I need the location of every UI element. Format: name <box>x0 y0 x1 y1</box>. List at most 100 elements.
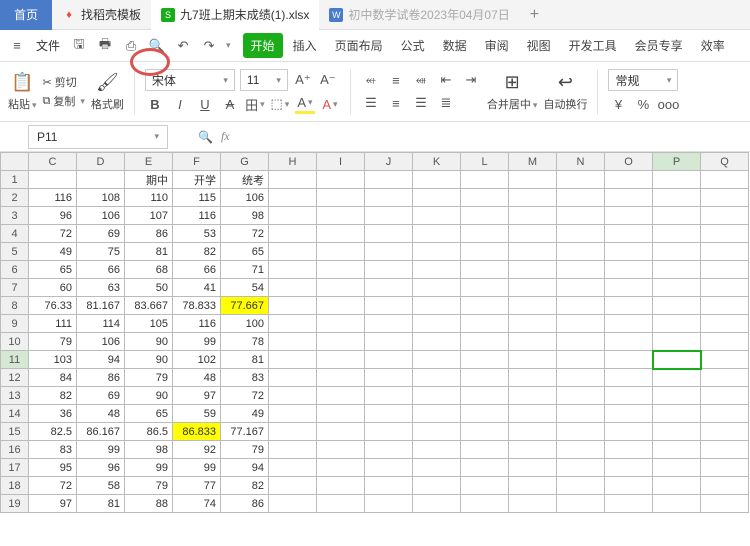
cell-H18[interactable] <box>269 477 317 495</box>
cell-F14[interactable]: 59 <box>173 405 221 423</box>
cell-D2[interactable]: 108 <box>77 189 125 207</box>
cell-E2[interactable]: 110 <box>125 189 173 207</box>
cell-O18[interactable] <box>605 477 653 495</box>
cell-K4[interactable] <box>413 225 461 243</box>
col-header-D[interactable]: D <box>77 153 125 171</box>
cell-C15[interactable]: 82.5 <box>29 423 77 441</box>
cell-F2[interactable]: 115 <box>173 189 221 207</box>
cell-Q15[interactable] <box>701 423 749 441</box>
cell-P11[interactable] <box>653 351 701 369</box>
cell-J3[interactable] <box>365 207 413 225</box>
cell-F8[interactable]: 78.833 <box>173 297 221 315</box>
cell-Q7[interactable] <box>701 279 749 297</box>
cell-I3[interactable] <box>317 207 365 225</box>
align-bot-icon[interactable]: ⬵ <box>411 70 431 90</box>
cell-O10[interactable] <box>605 333 653 351</box>
cell-E4[interactable]: 86 <box>125 225 173 243</box>
font-color-button[interactable]: A▾ <box>320 94 340 114</box>
cell-I1[interactable] <box>317 171 365 189</box>
cell-N7[interactable] <box>557 279 605 297</box>
cell-K1[interactable] <box>413 171 461 189</box>
cell-K8[interactable] <box>413 297 461 315</box>
cell-D11[interactable]: 94 <box>77 351 125 369</box>
col-header-E[interactable]: E <box>125 153 173 171</box>
cell-Q6[interactable] <box>701 261 749 279</box>
cell-C19[interactable]: 97 <box>29 495 77 513</box>
tab-doc[interactable]: W初中数学试卷2023年04月07日 <box>319 0 519 30</box>
cell-N17[interactable] <box>557 459 605 477</box>
ribbon-tab-vip[interactable]: 会员专享 <box>627 33 691 58</box>
cell-Q4[interactable] <box>701 225 749 243</box>
redo-icon[interactable]: ↷ <box>198 35 220 57</box>
cell-C2[interactable]: 116 <box>29 189 77 207</box>
cell-M1[interactable] <box>509 171 557 189</box>
cell-Q13[interactable] <box>701 387 749 405</box>
cell-J12[interactable] <box>365 369 413 387</box>
cell-E3[interactable]: 107 <box>125 207 173 225</box>
cell-N1[interactable] <box>557 171 605 189</box>
col-header-Q[interactable]: Q <box>701 153 749 171</box>
cell-Q12[interactable] <box>701 369 749 387</box>
print-icon[interactable]: 🖶 <box>94 35 116 57</box>
cell-E7[interactable]: 50 <box>125 279 173 297</box>
align-top-icon[interactable]: ⬴ <box>361 70 381 90</box>
cell-H5[interactable] <box>269 243 317 261</box>
decrease-font-icon[interactable]: A⁻ <box>318 70 338 90</box>
cell-H12[interactable] <box>269 369 317 387</box>
row-header-6[interactable]: 6 <box>1 261 29 279</box>
cell-H16[interactable] <box>269 441 317 459</box>
cell-J14[interactable] <box>365 405 413 423</box>
cell-C10[interactable]: 79 <box>29 333 77 351</box>
cell-N16[interactable] <box>557 441 605 459</box>
ribbon-tab-formula[interactable]: 公式 <box>393 33 433 58</box>
cell-N13[interactable] <box>557 387 605 405</box>
cell-D10[interactable]: 106 <box>77 333 125 351</box>
cell-M19[interactable] <box>509 495 557 513</box>
strike-button[interactable]: A <box>220 94 240 114</box>
cell-N12[interactable] <box>557 369 605 387</box>
cell-P8[interactable] <box>653 297 701 315</box>
cell-D5[interactable]: 75 <box>77 243 125 261</box>
cell-Q11[interactable] <box>701 351 749 369</box>
cell-P10[interactable] <box>653 333 701 351</box>
cell-O7[interactable] <box>605 279 653 297</box>
cell-F18[interactable]: 77 <box>173 477 221 495</box>
cell-L8[interactable] <box>461 297 509 315</box>
cell-C14[interactable]: 36 <box>29 405 77 423</box>
cell-Q9[interactable] <box>701 315 749 333</box>
cell-E18[interactable]: 79 <box>125 477 173 495</box>
cell-H15[interactable] <box>269 423 317 441</box>
cell-P19[interactable] <box>653 495 701 513</box>
col-header-H[interactable]: H <box>269 153 317 171</box>
cell-L13[interactable] <box>461 387 509 405</box>
cell-E5[interactable]: 81 <box>125 243 173 261</box>
cell-L12[interactable] <box>461 369 509 387</box>
cell-Q18[interactable] <box>701 477 749 495</box>
cell-L10[interactable] <box>461 333 509 351</box>
cell-O17[interactable] <box>605 459 653 477</box>
name-box[interactable]: P11▾ <box>28 125 168 149</box>
cell-F3[interactable]: 116 <box>173 207 221 225</box>
cell-K19[interactable] <box>413 495 461 513</box>
cell-H19[interactable] <box>269 495 317 513</box>
cell-M18[interactable] <box>509 477 557 495</box>
row-header-2[interactable]: 2 <box>1 189 29 207</box>
row-header-16[interactable]: 16 <box>1 441 29 459</box>
cell-K18[interactable] <box>413 477 461 495</box>
col-header-P[interactable]: P <box>653 153 701 171</box>
cell-P18[interactable] <box>653 477 701 495</box>
cell-G2[interactable]: 106 <box>221 189 269 207</box>
cell-P17[interactable] <box>653 459 701 477</box>
cell-O6[interactable] <box>605 261 653 279</box>
cut-button[interactable]: ✂剪切 <box>43 74 85 90</box>
col-header-K[interactable]: K <box>413 153 461 171</box>
cell-E14[interactable]: 65 <box>125 405 173 423</box>
cell-I4[interactable] <box>317 225 365 243</box>
cell-N4[interactable] <box>557 225 605 243</box>
cell-H8[interactable] <box>269 297 317 315</box>
cell-G13[interactable]: 72 <box>221 387 269 405</box>
cell-P5[interactable] <box>653 243 701 261</box>
select-all-corner[interactable] <box>1 153 29 171</box>
font-select[interactable]: 宋体▾ <box>145 69 235 91</box>
cell-G19[interactable]: 86 <box>221 495 269 513</box>
